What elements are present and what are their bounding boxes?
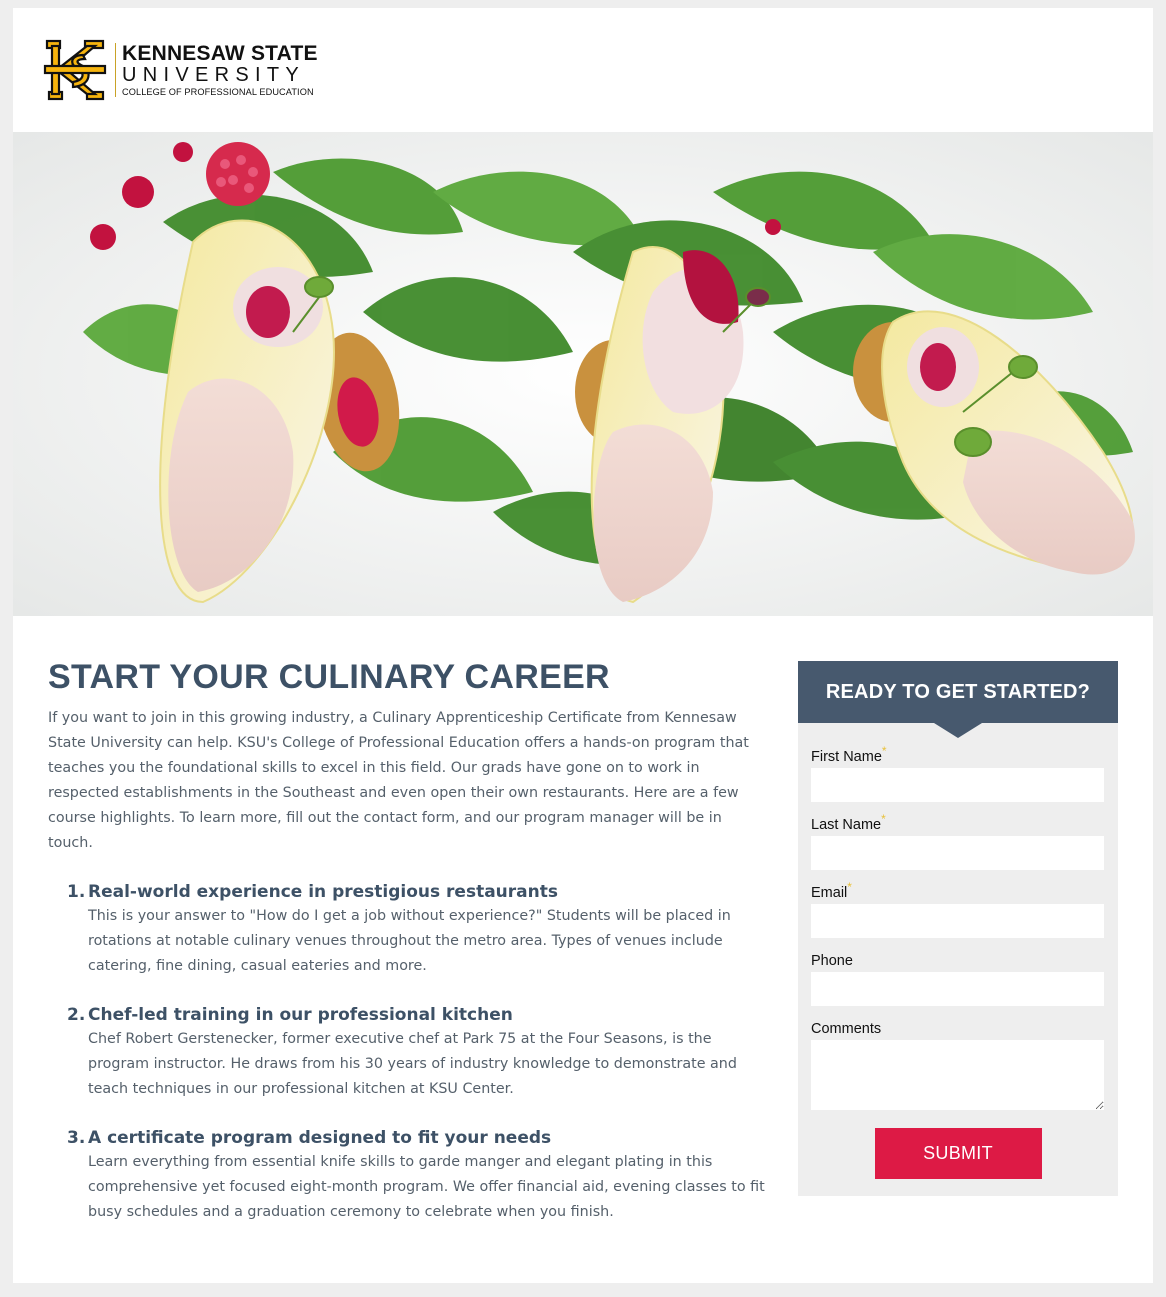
highlight-number: 2. <box>67 1005 86 1025</box>
comments-label: Comments <box>811 1019 1105 1039</box>
email-input[interactable] <box>811 904 1104 938</box>
highlight-item: 3. A certificate program designed to fit… <box>48 1126 768 1225</box>
first-name-label-text: First Name <box>811 749 882 765</box>
email-label-text: Email <box>811 885 848 901</box>
highlight-number: 3. <box>67 1128 86 1148</box>
highlight-description: Learn everything from essential knife sk… <box>88 1154 765 1220</box>
form-body: First Name* Last Name* Email* Phone Comm… <box>798 723 1118 1179</box>
first-name-field-group: First Name* <box>811 744 1105 802</box>
email-field-group: Email* <box>811 880 1105 938</box>
logo-college-name: COLLEGE OF PROFESSIONAL EDUCATION <box>122 86 314 97</box>
highlight-description: This is your answer to "How do I get a j… <box>88 908 731 974</box>
logo-university-name: KENNESAW STATE <box>122 41 318 65</box>
logo-university-word: UNIVERSITY <box>122 63 306 86</box>
comments-textarea[interactable] <box>811 1040 1104 1110</box>
logo-wordmark: KENNESAW STATE UNIVERSITY COLLEGE OF PRO… <box>122 43 318 98</box>
last-name-label-text: Last Name <box>811 817 882 833</box>
first-name-label: First Name* <box>811 744 1105 767</box>
intro-paragraph: If you want to join in this growing indu… <box>48 710 749 851</box>
highlight-title: A certificate program designed to fit yo… <box>88 1128 552 1148</box>
page-title: START YOUR CULINARY CAREER <box>48 658 610 696</box>
highlight-title: Chef-led training in our professional ki… <box>88 1005 513 1025</box>
ksu-monogram-icon <box>43 39 107 101</box>
email-label: Email* <box>811 880 1105 903</box>
first-name-input[interactable] <box>811 768 1104 802</box>
phone-field-group: Phone <box>811 951 1105 1006</box>
contact-form: READY TO GET STARTED? First Name* Last N… <box>798 661 1118 1196</box>
comments-field-group: Comments <box>811 1019 1105 1110</box>
last-name-label: Last Name* <box>811 812 1105 835</box>
last-name-field-group: Last Name* <box>811 812 1105 870</box>
phone-label: Phone <box>811 951 1105 971</box>
course-highlights-list: 1. Real-world experience in prestigious … <box>48 880 768 1225</box>
phone-label-text: Phone <box>811 953 853 969</box>
main-content: START YOUR CULINARY CAREER If you want t… <box>48 658 768 1249</box>
ksu-logo[interactable]: KENNESAW STATE UNIVERSITY COLLEGE OF PRO… <box>43 38 318 102</box>
submit-wrapper: SUBMIT <box>811 1128 1105 1179</box>
hero-food-illustration <box>13 132 1153 616</box>
submit-button[interactable]: SUBMIT <box>874 1128 1042 1179</box>
highlight-item: 1. Real-world experience in prestigious … <box>48 880 768 979</box>
required-indicator: * <box>847 880 852 895</box>
form-title: READY TO GET STARTED? <box>825 680 1091 703</box>
highlight-item: 2. Chef-led training in our professional… <box>48 1003 768 1102</box>
landing-page: KENNESAW STATE UNIVERSITY COLLEGE OF PRO… <box>13 8 1153 1283</box>
phone-input[interactable] <box>811 972 1104 1006</box>
last-name-input[interactable] <box>811 836 1104 870</box>
hero-image <box>13 132 1153 616</box>
required-indicator: * <box>881 744 887 759</box>
page-header: KENNESAW STATE UNIVERSITY COLLEGE OF PRO… <box>13 8 1153 132</box>
form-header: READY TO GET STARTED? <box>798 661 1118 738</box>
required-indicator: * <box>881 812 886 827</box>
highlight-number: 1. <box>67 882 86 902</box>
highlight-description: Chef Robert Gerstenecker, former executi… <box>88 1031 737 1097</box>
comments-label-text: Comments <box>811 1021 882 1037</box>
logo-divider <box>115 43 116 97</box>
highlight-title: Real-world experience in prestigious res… <box>88 882 558 902</box>
